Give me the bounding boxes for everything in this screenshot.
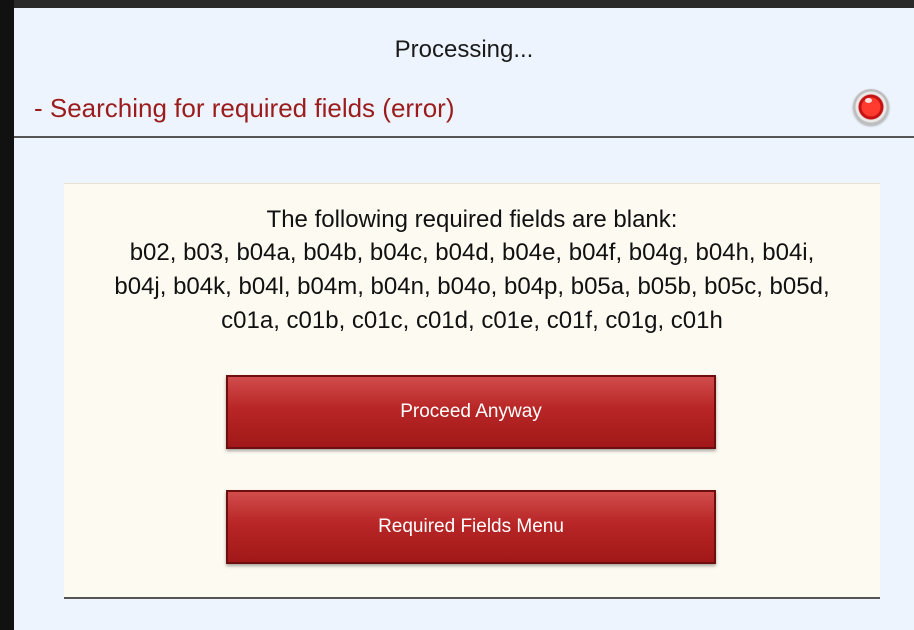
blank-fields-line: c01a, c01b, c01c, c01d, c01e, c01f, c01g… — [221, 307, 723, 334]
screen: Processing... - Searching for required f… — [0, 0, 914, 630]
panel-divider — [64, 597, 880, 599]
blank-fields-list: b02, b03, b04a, b04b, b04c, b04d, b04e, … — [64, 236, 880, 338]
dialog-title: Processing... — [394, 36, 534, 63]
proceed-anyway-label: Proceed Anyway — [400, 401, 542, 422]
red-status-light-icon — [853, 89, 889, 125]
window-top-edge — [0, 0, 914, 8]
status-text: - Searching for required fields (error) — [34, 93, 455, 123]
message-panel: The following required fields are blank:… — [64, 183, 880, 598]
required-fields-menu-label: Required Fields Menu — [378, 516, 564, 537]
blank-fields-line: b04j, b04k, b04l, b04m, b04n, b04o, b04p… — [114, 273, 830, 300]
proceed-anyway-button[interactable]: Proceed Anyway — [226, 375, 716, 449]
window-left-edge — [0, 0, 14, 630]
header-divider — [14, 136, 914, 138]
required-fields-menu-button[interactable]: Required Fields Menu — [226, 490, 716, 564]
status-row: - Searching for required fields (error) — [14, 80, 914, 130]
blank-fields-line: b02, b03, b04a, b04b, b04c, b04d, b04e, … — [129, 239, 815, 266]
message-heading: The following required fields are blank: — [266, 206, 678, 233]
processing-dialog: Processing... - Searching for required f… — [14, 8, 914, 630]
